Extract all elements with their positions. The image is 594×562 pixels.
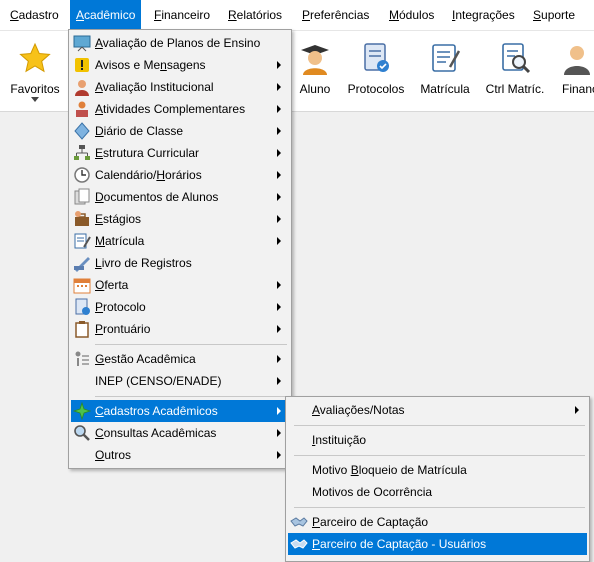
menu-item-diario-classe[interactable]: Diário de Classe xyxy=(71,120,289,142)
menu-separator xyxy=(294,455,585,456)
menu-item-gestao-academica[interactable]: Gestão Acadêmica xyxy=(71,348,289,370)
aluno-button[interactable]: Aluno xyxy=(292,31,338,111)
submenu-arrow-icon xyxy=(277,83,281,91)
menu-item-prontuario[interactable]: Prontuário xyxy=(71,318,289,340)
protocolos-label: Protocolos xyxy=(347,82,405,96)
submenu-arrow-icon xyxy=(277,193,281,201)
pen-book-icon xyxy=(74,257,90,272)
submenu-arrow-icon xyxy=(277,149,281,157)
clipboard-icon xyxy=(75,321,89,338)
protocol-icon xyxy=(75,298,90,315)
menu-item-outros[interactable]: Outros xyxy=(71,444,289,466)
management-icon xyxy=(75,351,89,366)
submenu-arrow-icon xyxy=(277,303,281,311)
submenu-arrow-icon xyxy=(277,281,281,289)
academico-menu: Avaliação de Planos de Ensino Avisos e M… xyxy=(68,29,292,469)
menu-item-protocolo[interactable]: Protocolo xyxy=(71,296,289,318)
ctrl-matric-label: Ctrl Matríc. xyxy=(485,82,545,96)
menu-financeiro[interactable]: Financeiro xyxy=(148,0,216,30)
submenu-arrow-icon xyxy=(277,377,281,385)
menu-item-livro-registros[interactable]: Livro de Registros xyxy=(71,252,289,274)
menu-integracoes[interactable]: Integrações xyxy=(446,0,521,30)
form-pen-icon xyxy=(74,233,91,249)
aluno-label: Aluno xyxy=(299,82,331,96)
menu-suporte[interactable]: Suporte xyxy=(527,0,581,30)
menu-item-matricula[interactable]: Matrícula xyxy=(71,230,289,252)
enrollment-form-icon xyxy=(432,44,461,72)
cadastros-academicos-submenu: Avaliações/Notas Instituição Motivo Bloq… xyxy=(285,396,590,562)
menu-item-atividades-complementares[interactable]: Atividades Complementares xyxy=(71,98,289,120)
favoritos-label: Favoritos xyxy=(10,82,60,96)
matricula-label: Matrícula xyxy=(420,82,470,96)
internship-icon xyxy=(75,211,89,226)
menu-separator xyxy=(294,507,585,508)
menu-separator xyxy=(294,425,585,426)
diary-icon xyxy=(74,122,90,140)
menu-item-calendario-horarios[interactable]: Calendário/Horários xyxy=(71,164,289,186)
submenu-arrow-icon xyxy=(277,325,281,333)
menu-item-estagios[interactable]: Estágios xyxy=(71,208,289,230)
chevron-down-icon xyxy=(31,97,39,102)
search-document-icon xyxy=(502,43,531,74)
matricula-button[interactable]: Matrícula xyxy=(416,31,474,111)
submenu-item-motivos-ocorrencia[interactable]: Motivos de Ocorrência xyxy=(288,481,587,503)
warning-icon xyxy=(75,58,89,72)
submenu-arrow-icon xyxy=(277,237,281,245)
menu-academico[interactable]: Acadêmico xyxy=(70,0,142,30)
student-icon xyxy=(301,45,329,75)
menu-item-inep[interactable]: INEP (CENSO/ENADE) xyxy=(71,370,289,392)
financeiro-button[interactable]: Financ xyxy=(556,31,594,111)
menu-item-avaliacao-institucional[interactable]: Avaliação Institucional xyxy=(71,76,289,98)
menu-preferencias[interactable]: Preferências xyxy=(296,0,375,30)
documents-icon xyxy=(74,188,90,205)
presentation-board-icon xyxy=(73,35,91,52)
menu-item-estrutura-curricular[interactable]: Estrutura Curricular xyxy=(71,142,289,164)
submenu-item-parceiro-captacao[interactable]: Parceiro de Captação xyxy=(288,511,587,533)
submenu-arrow-icon xyxy=(277,105,281,113)
finance-user-icon xyxy=(564,46,590,75)
submenu-arrow-icon xyxy=(277,171,281,179)
calendar-icon xyxy=(73,278,91,294)
favoritos-button[interactable]: Favoritos xyxy=(0,31,70,111)
submenu-arrow-icon xyxy=(277,407,281,415)
submenu-item-avaliacoes-notas[interactable]: Avaliações/Notas xyxy=(288,399,587,421)
menu-item-oferta[interactable]: Oferta xyxy=(71,274,289,296)
submenu-arrow-icon xyxy=(277,451,281,459)
submenu-item-motivo-bloqueio[interactable]: Motivo Bloqueio de Matrícula xyxy=(288,459,587,481)
menu-item-avaliacao-planos[interactable]: Avaliação de Planos de Ensino xyxy=(71,32,289,54)
ctrl-matric-button[interactable]: Ctrl Matríc. xyxy=(480,31,550,111)
financeiro-label: Financ xyxy=(562,82,594,96)
person-icon xyxy=(75,80,89,96)
menu-bar: Cadastro Acadêmico Financeiro Relatórios… xyxy=(0,0,594,31)
menu-item-consultas-academicas[interactable]: Consultas Acadêmicas xyxy=(71,422,289,444)
submenu-arrow-icon xyxy=(277,429,281,437)
submenu-item-parceiro-captacao-usuarios[interactable]: Parceiro de Captação - Usuários xyxy=(288,533,587,555)
menu-item-avisos[interactable]: Avisos e Mensagens xyxy=(71,54,289,76)
menu-cadastro[interactable]: Cadastro xyxy=(4,0,65,30)
protocol-document-icon xyxy=(364,43,389,72)
protocolos-button[interactable]: Protocolos xyxy=(344,31,408,111)
menu-separator xyxy=(95,344,287,345)
activity-icon xyxy=(76,101,88,117)
star-icon xyxy=(19,42,51,73)
submenu-arrow-icon xyxy=(575,406,579,414)
menu-item-documentos-alunos[interactable]: Documentos de Alunos xyxy=(71,186,289,208)
handshake-icon xyxy=(290,517,308,527)
submenu-item-instituicao[interactable]: Instituição xyxy=(288,429,587,451)
menu-separator xyxy=(95,396,287,397)
submenu-arrow-icon xyxy=(277,215,281,223)
submenu-arrow-icon xyxy=(277,355,281,363)
menu-relatorios[interactable]: Relatórios xyxy=(222,0,288,30)
submenu-arrow-icon xyxy=(277,127,281,135)
green-star-icon xyxy=(73,402,91,420)
menu-item-cadastros-academicos[interactable]: Cadastros Acadêmicos xyxy=(71,400,289,422)
handshake-icon xyxy=(290,539,308,549)
hierarchy-icon xyxy=(74,145,90,160)
magnifier-icon xyxy=(74,425,90,441)
clock-icon xyxy=(74,167,90,183)
submenu-arrow-icon xyxy=(277,61,281,69)
menu-modulos[interactable]: Módulos xyxy=(383,0,440,30)
